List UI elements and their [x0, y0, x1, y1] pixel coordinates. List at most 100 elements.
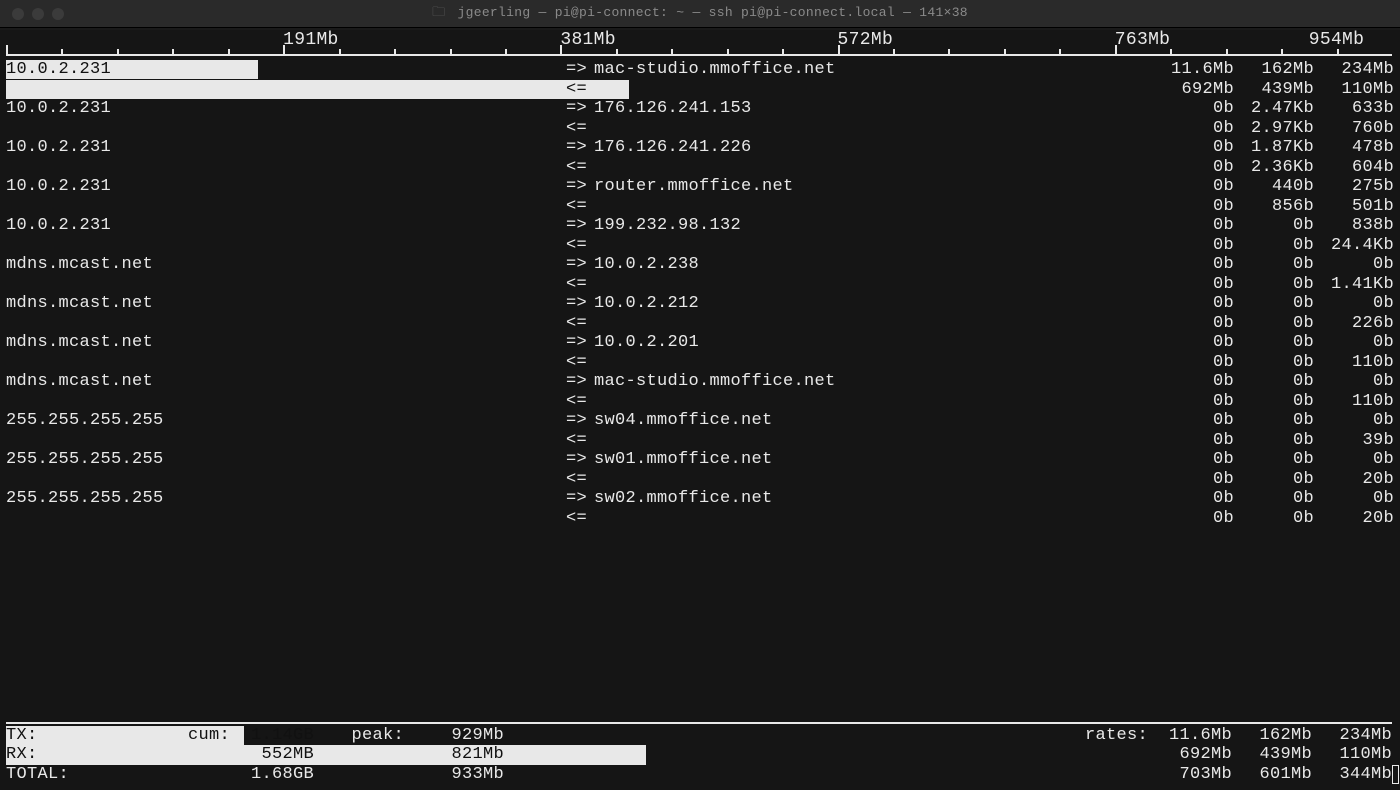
- arrow-in-icon: <=: [566, 275, 594, 295]
- src-host: mdns.mcast.net: [6, 333, 566, 353]
- rate-40s: 110b: [1314, 353, 1394, 373]
- total-rate-40s: 344Mb: [1312, 765, 1392, 785]
- close-icon[interactable]: [12, 8, 24, 20]
- dst-host: mac-studio.mmoffice.net: [594, 372, 1154, 392]
- dst-host: sw04.mmoffice.net: [594, 411, 1154, 431]
- scale-label: 954Mb: [1309, 30, 1365, 50]
- connection-row-in: <=0b0b20b: [6, 509, 1394, 529]
- arrow-out-icon: =>: [566, 138, 594, 158]
- src-host-pad: [6, 197, 566, 217]
- arrow-in-icon: <=: [566, 353, 594, 373]
- rate-2s: 692Mb: [1154, 80, 1234, 100]
- arrow-out-icon: =>: [566, 333, 594, 353]
- src-host: 10.0.2.231: [6, 216, 566, 236]
- rate-10s: 162Mb: [1234, 60, 1314, 80]
- rate-2s: 0b: [1154, 158, 1234, 178]
- arrow-in-icon: <=: [566, 470, 594, 490]
- rate-2s: 0b: [1154, 470, 1234, 490]
- rate-40s: 275b: [1314, 177, 1394, 197]
- rates-label: rates:: [1010, 726, 1152, 746]
- arrow-out-icon: =>: [566, 60, 594, 80]
- arrow-out-icon: =>: [566, 489, 594, 509]
- dst-host: router.mmoffice.net: [594, 177, 1154, 197]
- rate-2s: 0b: [1154, 392, 1234, 412]
- connection-row-out: mdns.mcast.net=>10.0.2.2380b0b0b: [6, 255, 1394, 275]
- connection-row-out: 10.0.2.231=>176.126.241.2260b1.87Kb478b: [6, 138, 1394, 158]
- tx-cum-value: 1.14GB: [230, 726, 320, 746]
- arrow-out-icon: =>: [566, 255, 594, 275]
- connection-row-out: 10.0.2.231=>router.mmoffice.net0b440b275…: [6, 177, 1394, 197]
- dst-host-pad: [594, 470, 1154, 490]
- rate-2s: 0b: [1154, 431, 1234, 451]
- rate-40s: 0b: [1314, 333, 1394, 353]
- rate-10s: 1.87Kb: [1234, 138, 1314, 158]
- src-host: mdns.mcast.net: [6, 255, 566, 275]
- connection-row-out: 255.255.255.255=>sw02.mmoffice.net0b0b0b: [6, 489, 1394, 509]
- src-host: 10.0.2.231: [6, 138, 566, 158]
- window-title: 🗀 jgeerling — pi@pi-connect: ~ — ssh pi@…: [132, 3, 1268, 25]
- rate-2s: 0b: [1154, 489, 1234, 509]
- connection-row-in: <=0b2.97Kb760b: [6, 119, 1394, 139]
- connection-row-out: 10.0.2.231=>199.232.98.1320b0b838b: [6, 216, 1394, 236]
- arrow-in-icon: <=: [566, 119, 594, 139]
- rate-2s: 0b: [1154, 411, 1234, 431]
- scale-label: 763Mb: [1115, 30, 1171, 50]
- rx-rate-40s: 110Mb: [1312, 745, 1392, 765]
- traffic-lights: [12, 8, 132, 20]
- arrow-in-icon: <=: [566, 158, 594, 178]
- dst-host-pad: [594, 314, 1154, 334]
- dst-host-pad: [594, 509, 1154, 529]
- rate-40s: 234Mb: [1314, 60, 1394, 80]
- src-host-pad: [6, 314, 566, 334]
- connection-row-out: mdns.mcast.net=>mac-studio.mmoffice.net0…: [6, 372, 1394, 392]
- tx-rate-40s: 234Mb: [1312, 726, 1392, 746]
- dst-host: sw01.mmoffice.net: [594, 450, 1154, 470]
- rate-2s: 0b: [1154, 509, 1234, 529]
- zoom-icon[interactable]: [52, 8, 64, 20]
- src-host: mdns.mcast.net: [6, 372, 566, 392]
- src-host-pad: [6, 431, 566, 451]
- rate-2s: 0b: [1154, 138, 1234, 158]
- src-host: 255.255.255.255: [6, 489, 566, 509]
- rate-10s: 0b: [1234, 411, 1314, 431]
- rate-2s: 0b: [1154, 255, 1234, 275]
- rate-2s: 0b: [1154, 353, 1234, 373]
- rate-2s: 0b: [1154, 450, 1234, 470]
- arrow-in-icon: <=: [566, 314, 594, 334]
- connection-row-out: 10.0.2.231=>176.126.241.1530b2.47Kb633b: [6, 99, 1394, 119]
- tx-rate-10s: 162Mb: [1232, 726, 1312, 746]
- dst-host-pad: [594, 80, 1154, 100]
- rate-40s: 633b: [1314, 99, 1394, 119]
- footer-divider: [6, 722, 1392, 724]
- src-host: mdns.mcast.net: [6, 294, 566, 314]
- connection-row-out: mdns.mcast.net=>10.0.2.2010b0b0b: [6, 333, 1394, 353]
- connection-row-in: <=0b0b226b: [6, 314, 1394, 334]
- rate-40s: 226b: [1314, 314, 1394, 334]
- footer-rx-row: RX: 552MB 821Mb 692Mb 439Mb 110Mb: [6, 745, 1392, 765]
- rate-40s: 110b: [1314, 392, 1394, 412]
- rate-10s: 0b: [1234, 450, 1314, 470]
- rate-10s: 2.36Kb: [1234, 158, 1314, 178]
- connection-row-in: <=0b0b39b: [6, 431, 1394, 451]
- src-host-pad: [6, 353, 566, 373]
- footer-tx-row: TX: cum: 1.14GB peak: 929Mb rates: 11.6M…: [6, 726, 1392, 746]
- cum-label: cum:: [156, 726, 230, 746]
- minimize-icon[interactable]: [32, 8, 44, 20]
- scrollbar-indicator: [1392, 765, 1399, 784]
- connection-row-in: <=0b0b24.4Kb: [6, 236, 1394, 256]
- src-host-pad: [6, 392, 566, 412]
- rate-2s: 0b: [1154, 333, 1234, 353]
- total-cum-value: 1.68GB: [230, 765, 320, 785]
- rate-10s: 0b: [1234, 470, 1314, 490]
- arrow-in-icon: <=: [566, 431, 594, 451]
- src-host-pad: [6, 119, 566, 139]
- terminal-area[interactable]: 191Mb 381Mb 572Mb 763Mb 954Mb 10.0.2.231…: [0, 30, 1400, 790]
- connection-list: 10.0.2.231 =>mac-studio.mmoffice.net11.6…: [6, 60, 1394, 528]
- dst-host-pad: [594, 353, 1154, 373]
- dst-host: 10.0.2.201: [594, 333, 1154, 353]
- arrow-out-icon: =>: [566, 216, 594, 236]
- rate-10s: 0b: [1234, 431, 1314, 451]
- connection-row-in: <=0b0b1.41Kb: [6, 275, 1394, 295]
- rate-2s: 0b: [1154, 197, 1234, 217]
- rate-2s: 0b: [1154, 372, 1234, 392]
